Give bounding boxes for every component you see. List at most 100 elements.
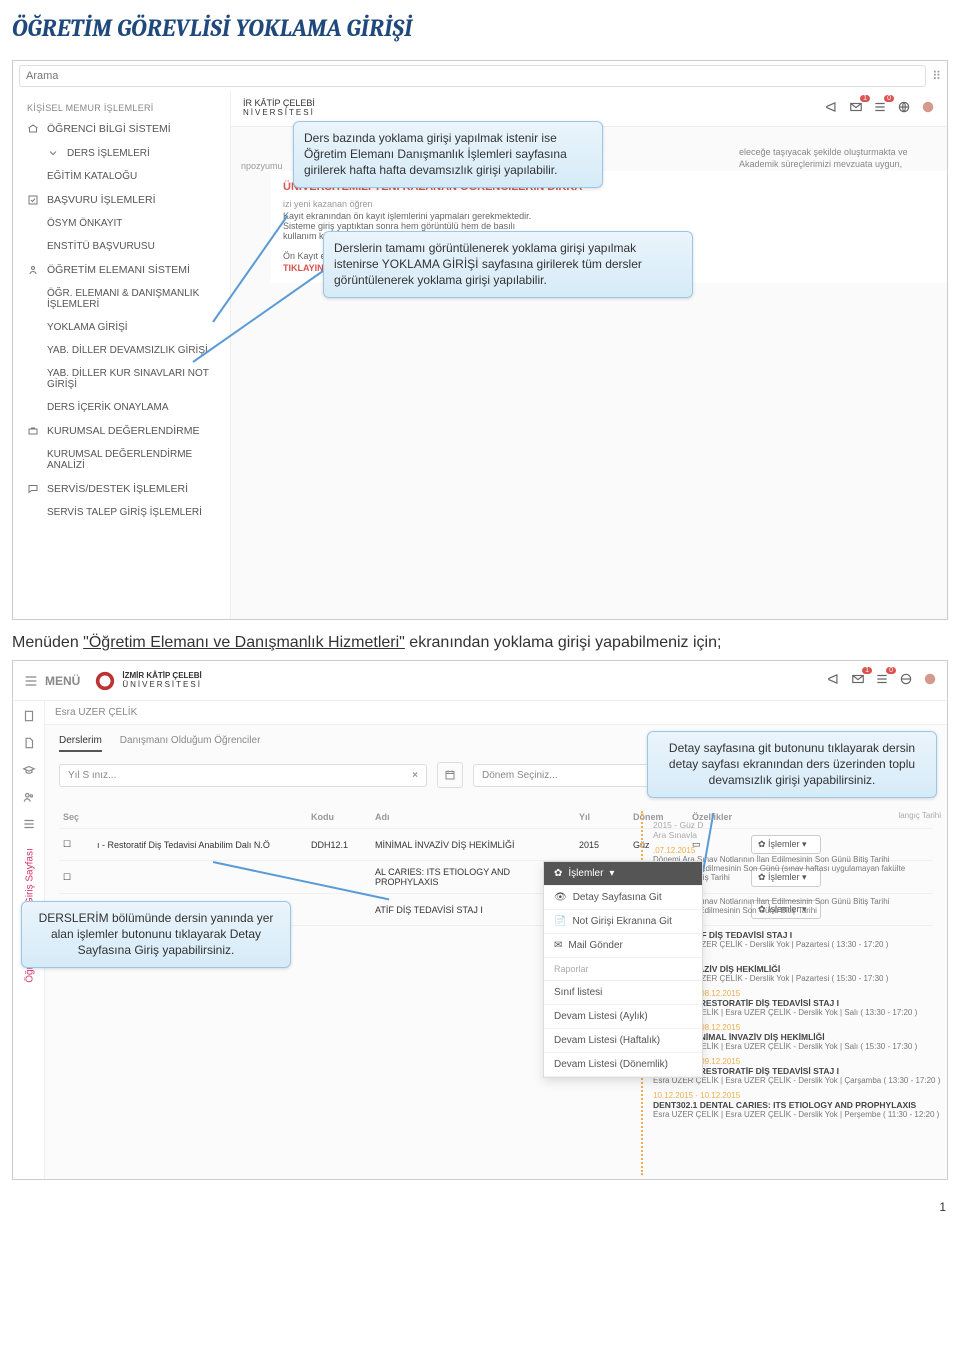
- sidebar-label: BAŞVURU İŞLEMLERİ: [47, 194, 156, 206]
- list-icon[interactable]: 0: [875, 672, 889, 689]
- sidebar-item-danismanlik[interactable]: ÖĞR. ELEMANI & DANIŞMANLIK İŞLEMLERİ: [13, 282, 230, 316]
- instruction-text: Menüden "Öğretim Elemanı ve Danışmanlık …: [12, 634, 948, 652]
- row-checkbox[interactable]: ☐: [63, 872, 93, 883]
- bank-icon: [27, 123, 39, 135]
- screenshot-1: ⠿ KİŞİSEL MEMUR İŞLEMLERİ ÖĞRENCİ BİLGİ …: [12, 60, 948, 620]
- rail-doc-icon[interactable]: [22, 709, 36, 726]
- ops-label: Detay Sayfasına Git: [573, 892, 662, 903]
- chat-icon: [27, 483, 39, 495]
- ops-sinif-listesi[interactable]: Sınıf listesi: [544, 981, 702, 1005]
- sidebar-item-ders-icerik[interactable]: DERS İÇERİK ONAYLAMA: [13, 396, 230, 419]
- topbar: MENÜ İZMİR KÂTİP ÇELEBİ ÜNİVERSİTESİ 1 0: [13, 661, 947, 701]
- timeline-date: 10.12.2015 - 10.12.2015: [653, 1091, 941, 1100]
- brand-line2: ÜNİVERSİTESİ: [122, 681, 202, 690]
- badge: 1: [862, 667, 872, 674]
- globe-icon[interactable]: [899, 672, 913, 689]
- sidebar-label: ÖĞRENCİ BİLGİ SİSTEMİ: [47, 123, 171, 135]
- topbar-icons: 1 0: [827, 672, 937, 689]
- search-input[interactable]: [19, 65, 926, 87]
- timeline-item: 10.12.2015 - 10.12.2015 DENT302.1 DENTAL…: [653, 1091, 941, 1119]
- sidebar-item-ogrenci-bilgi[interactable]: ÖĞRENCİ BİLGİ SİSTEMİ: [13, 117, 230, 141]
- drag-grip-icon: ⠿: [932, 69, 941, 83]
- rail-cap-icon[interactable]: [22, 763, 36, 780]
- sidebar-item-egitim-katalogu[interactable]: EĞİTİM KATALOĞU: [13, 165, 230, 188]
- badge: 1: [860, 95, 870, 102]
- sidebar-label: DERS İŞLEMLERİ: [67, 148, 150, 159]
- th-adi: Adı: [375, 812, 575, 822]
- avatar[interactable]: [921, 100, 935, 117]
- th-sec: Seç: [63, 812, 93, 822]
- badge: 0: [886, 667, 896, 674]
- sidebar-label: KURUMSAL DEĞERLENDİRME ANALİZİ: [47, 449, 216, 471]
- ops-label: Mail Gönder: [568, 940, 622, 951]
- sidebar-item-servis[interactable]: SERVİS/DESTEK İŞLEMLERİ: [13, 477, 230, 501]
- callout-yoklama-girisi: Derslerin tamamı görüntülenerek yoklama …: [323, 231, 693, 298]
- rail-file-icon[interactable]: [22, 736, 36, 753]
- instr-prefix: Menüden: [12, 634, 83, 651]
- page-title: ÖĞRETİM GÖREVLİSİ YOKLAMA GİRİŞİ: [12, 14, 948, 42]
- sidebar-label: YAB. DİLLER KUR SINAVLARI NOT GİRİŞİ: [47, 368, 216, 390]
- rail-list-icon[interactable]: [22, 817, 36, 834]
- page-number: 1: [939, 1200, 946, 1214]
- brand: İZMİR KÂTİP ÇELEBİ ÜNİVERSİTESİ: [94, 670, 202, 692]
- ops-label: Not Girişi Ekranına Git: [572, 916, 671, 927]
- clear-icon[interactable]: ×: [412, 770, 418, 781]
- ops-mail[interactable]: ✉ Mail Gönder: [544, 934, 702, 958]
- ops-header[interactable]: ✿ İşlemler ▾: [544, 862, 702, 886]
- ops-devam-aylik[interactable]: Devam Listesi (Aylık): [544, 1005, 702, 1029]
- tab-derslerim[interactable]: Derslerim: [59, 735, 102, 752]
- sidebar-item-ogretim-elemani[interactable]: ÖĞRETİM ELEMANI SİSTEMİ: [13, 258, 230, 282]
- row-year: 2015: [579, 840, 629, 850]
- person-icon: [27, 264, 39, 276]
- timeline-partial-ara: Ara Sınavla: [653, 830, 941, 840]
- year-select[interactable]: Yıl S ınız...×: [59, 764, 427, 787]
- sidebar-item-basvuru[interactable]: BAŞVURU İŞLEMLERİ: [13, 188, 230, 212]
- ops-devam-donemlik[interactable]: Devam Listesi (Dönemlik): [544, 1053, 702, 1077]
- menu-label: MENÜ: [45, 674, 80, 688]
- avatar[interactable]: [923, 672, 937, 689]
- rail-users-icon[interactable]: [22, 790, 36, 807]
- sidebar-label: DERS İÇERİK ONAYLAMA: [47, 402, 169, 413]
- callout-derslerim: DERSLERİM bölümünde dersin yanında yer a…: [21, 901, 291, 968]
- sidebar-item-enstitu[interactable]: ENSTİTÜ BAŞVURUSU: [13, 235, 230, 258]
- list-icon[interactable]: 0: [873, 100, 887, 117]
- th-yil: Yıl: [579, 812, 629, 822]
- ops-not-girisi[interactable]: 📄 Not Girişi Ekranına Git: [544, 910, 702, 934]
- search-bar: ⠿: [13, 61, 947, 92]
- row-name: MİNİMAL İNVAZİV DİŞ HEKİMLİĞİ: [375, 840, 575, 850]
- sidebar-section-header: KİŞİSEL MEMUR İŞLEMLERİ: [13, 99, 230, 117]
- ops-detay[interactable]: 👁 Detay Sayfasına Git: [544, 886, 702, 910]
- tab-danismani-oldugum[interactable]: Danışmanı Olduğum Öğrenciler: [120, 735, 261, 752]
- callout-detay-sayfasi: Detay sayfasına git butonunu tıklayarak …: [647, 731, 937, 798]
- menu-button[interactable]: MENÜ: [23, 673, 80, 689]
- sidebar-item-osym[interactable]: ÖSYM ÖNKAYIT: [13, 212, 230, 235]
- mail-icon[interactable]: 1: [851, 672, 865, 689]
- sidebar-item-ders-islemleri[interactable]: DERS İŞLEMLERİ: [13, 141, 230, 165]
- mail-icon[interactable]: 1: [849, 100, 863, 117]
- breadcrumb: Esra UZER ÇELİK: [45, 701, 947, 725]
- chevron-down-icon: [47, 147, 59, 159]
- announce-icon[interactable]: [827, 672, 841, 689]
- timeline-col-header: langıç Tarihi: [653, 811, 941, 820]
- timeline-partial-year: 2015 - Güz D: [653, 820, 941, 830]
- university-logo-icon: [94, 670, 116, 692]
- ops-devam-haftalik[interactable]: Devam Listesi (Haftalık): [544, 1029, 702, 1053]
- sidebar-item-yab-kur-not[interactable]: YAB. DİLLER KUR SINAVLARI NOT GİRİŞİ: [13, 362, 230, 396]
- sidebar-label: SERVİS/DESTEK İŞLEMLERİ: [47, 483, 188, 495]
- sidebar-item-servis-talep[interactable]: SERVİS TALEP GİRİŞ İŞLEMLERİ: [13, 501, 230, 524]
- badge: 0: [884, 95, 894, 102]
- sidebar-item-yoklama-girisi[interactable]: YOKLAMA GİRİŞİ: [13, 316, 230, 339]
- globe-icon[interactable]: [897, 100, 911, 117]
- timeline-date: .07.12.2015: [653, 846, 941, 855]
- sidebar-label: KURUMSAL DEĞERLENDİRME: [47, 425, 199, 437]
- row-dept: ı - Restoratif Diş Tedavisi Anabilim Dal…: [97, 840, 307, 850]
- announce-icon[interactable]: [825, 100, 839, 117]
- row-checkbox[interactable]: ☐: [63, 839, 93, 850]
- notice-line1: izi yeni kazanan öğren: [283, 199, 935, 209]
- brand-line2: NİVERSİTESİ: [243, 109, 315, 118]
- sidebar-item-kurumsal-deg[interactable]: KURUMSAL DEĞERLENDİRME: [13, 419, 230, 443]
- calendar-button[interactable]: [437, 762, 463, 788]
- callout-ders-bazinda: Ders bazında yoklama girişi yapılmak ist…: [293, 121, 603, 188]
- sidebar-item-kurumsal-analiz[interactable]: KURUMSAL DEĞERLENDİRME ANALİZİ: [13, 443, 230, 477]
- sidebar: KİŞİSEL MEMUR İŞLEMLERİ ÖĞRENCİ BİLGİ Sİ…: [13, 91, 231, 619]
